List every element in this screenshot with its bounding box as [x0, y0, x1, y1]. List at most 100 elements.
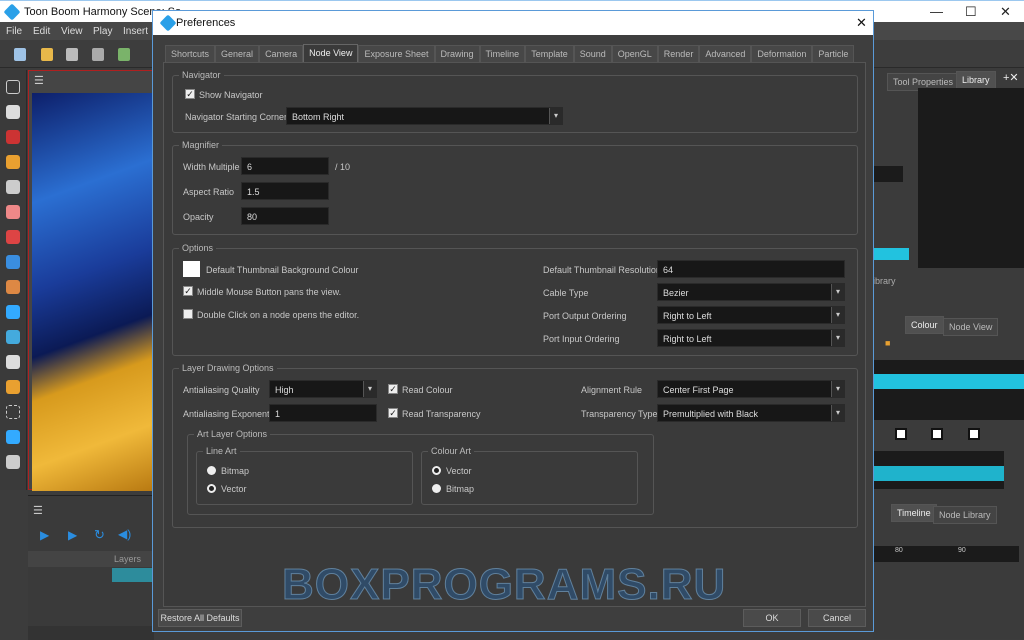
text-tool-icon[interactable]: [6, 180, 20, 194]
aspect-ratio-input[interactable]: 1.5: [241, 182, 329, 200]
cable-type-dropdown[interactable]: Bezier: [657, 283, 845, 301]
cancel-button[interactable]: Cancel: [808, 609, 866, 627]
read-transparency-checkbox[interactable]: ✓: [388, 408, 398, 418]
dialog-close-button[interactable]: ✕: [856, 15, 867, 31]
colour-art-bitmap-label: Bitmap: [446, 484, 475, 494]
grid-tool-icon[interactable]: [6, 405, 20, 419]
play-icon[interactable]: ▶: [40, 528, 49, 542]
tab-node-view[interactable]: Node View: [943, 318, 999, 336]
navigator-corner-dropdown[interactable]: Bottom Right: [286, 107, 563, 125]
tab-timeline[interactable]: Timeline: [891, 504, 937, 522]
ok-button[interactable]: OK: [743, 609, 801, 627]
select-tool-icon[interactable]: [6, 80, 20, 94]
transform-tool-icon[interactable]: [6, 105, 20, 119]
tab-advanced[interactable]: Advanced: [699, 45, 752, 62]
frame-ruler[interactable]: 80 90: [873, 546, 1019, 562]
tab-template[interactable]: Template: [525, 45, 574, 62]
layer-row[interactable]: [112, 568, 154, 582]
line-art-bitmap-radio[interactable]: [207, 466, 216, 475]
library-selected-item[interactable]: [873, 248, 909, 260]
palette-list[interactable]: [873, 360, 1024, 420]
fill-colour-swatch[interactable]: [931, 428, 943, 440]
menu-edit[interactable]: Edit: [33, 26, 50, 37]
library-view[interactable]: [918, 88, 1024, 268]
save-icon[interactable]: [66, 48, 78, 61]
transparency-type-dropdown[interactable]: Premultiplied with Black: [657, 404, 845, 422]
property-field[interactable]: [873, 166, 903, 182]
opacity-input[interactable]: 80: [241, 207, 329, 225]
colour-selected[interactable]: [873, 466, 1004, 481]
bone-tool-icon[interactable]: [6, 380, 20, 394]
tab-timeline[interactable]: Timeline: [479, 45, 526, 62]
line-art-group: Line Art Bitmap Vector: [196, 446, 413, 505]
paint-tool-icon[interactable]: [6, 230, 20, 244]
tab-particle[interactable]: Particle: [812, 45, 855, 62]
palette-selected[interactable]: [873, 374, 1024, 389]
library-label: ibrary: [873, 276, 896, 286]
alignment-rule-dropdown[interactable]: Center First Page: [657, 380, 845, 398]
pencil-tool-icon[interactable]: [6, 155, 20, 169]
hand-tool-icon[interactable]: [6, 355, 20, 369]
brush-tool-icon[interactable]: [6, 130, 20, 144]
tab-sound[interactable]: Sound: [573, 45, 612, 62]
menu-view[interactable]: View: [61, 26, 83, 37]
menu-file[interactable]: File: [6, 26, 22, 37]
show-navigator-checkbox[interactable]: ✓: [185, 89, 195, 99]
port-output-dropdown[interactable]: Right to Left: [657, 306, 845, 324]
tab-general[interactable]: General: [215, 45, 260, 62]
tab-node-library[interactable]: Node Library: [933, 506, 997, 524]
play-selection-icon[interactable]: ▶: [68, 528, 77, 542]
aa-quality-dropdown[interactable]: High: [269, 380, 377, 398]
eraser-tool-icon[interactable]: [6, 205, 20, 219]
contour-tool-icon[interactable]: [6, 305, 20, 319]
loop-icon[interactable]: ↻: [94, 527, 105, 543]
tab-exposure-sheet[interactable]: Exposure Sheet: [358, 45, 435, 62]
menu-play[interactable]: Play: [93, 26, 112, 37]
line-art-vector-radio[interactable]: [207, 484, 216, 493]
tab-colour[interactable]: Colour: [905, 316, 944, 334]
close-app-button[interactable]: ✕: [1000, 4, 1011, 20]
tab-shortcuts[interactable]: Shortcuts: [165, 45, 216, 62]
sound-icon[interactable]: ◀): [118, 527, 131, 541]
tab-library[interactable]: Library: [956, 71, 996, 89]
dropper-tool-icon[interactable]: [6, 280, 20, 294]
thumbnail-resolution-spinbox[interactable]: 64: [657, 260, 845, 278]
paint-colour-swatch[interactable]: [968, 428, 980, 440]
colour-art-vector-radio[interactable]: [432, 466, 441, 475]
open-icon[interactable]: [41, 48, 53, 61]
import-icon[interactable]: [118, 48, 130, 61]
tab-camera[interactable]: Camera: [259, 45, 304, 62]
tab-drawing[interactable]: Drawing: [434, 45, 480, 62]
width-multiple-input[interactable]: 6: [241, 157, 329, 175]
maximize-button[interactable]: ☐: [965, 4, 977, 20]
timeline-menu-icon[interactable]: ☰: [33, 504, 43, 517]
add-panel-icon[interactable]: +✕: [1003, 71, 1019, 84]
menu-hamburger-icon[interactable]: ☰: [34, 74, 44, 87]
restore-defaults-button[interactable]: Restore All Defaults: [158, 609, 242, 627]
new-icon[interactable]: [14, 48, 26, 61]
read-colour-checkbox[interactable]: ✓: [388, 384, 398, 394]
folder-icon[interactable]: ■: [885, 338, 890, 348]
gear-tool-icon[interactable]: [6, 455, 20, 469]
port-output-label: Port Output Ordering: [543, 311, 627, 321]
thumbnail-bg-colour-swatch[interactable]: [183, 261, 200, 277]
watermark: BOXPROGRAMS.RU: [281, 560, 727, 610]
port-input-dropdown[interactable]: Right to Left: [657, 329, 845, 347]
line-tool-icon[interactable]: [6, 255, 20, 269]
tab-deformation[interactable]: Deformation: [751, 45, 813, 62]
line-colour-swatch[interactable]: [895, 428, 907, 440]
middle-mouse-checkbox[interactable]: ✓: [183, 286, 193, 296]
pen-tool-icon[interactable]: [6, 430, 20, 444]
double-click-checkbox[interactable]: [183, 309, 193, 319]
drawing-artwork: [32, 93, 152, 491]
minimize-button[interactable]: —: [930, 4, 943, 19]
tab-render[interactable]: Render: [657, 45, 700, 62]
colour-art-bitmap-radio[interactable]: [432, 484, 441, 493]
sphere-tool-icon[interactable]: [6, 330, 20, 344]
aa-exponent-input[interactable]: 1: [269, 404, 377, 422]
tab-opengl[interactable]: OpenGL: [611, 45, 658, 62]
tab-node-view[interactable]: Node View: [303, 44, 359, 62]
save-as-icon[interactable]: [92, 48, 104, 61]
menu-insert[interactable]: Insert: [123, 26, 148, 37]
camera-view[interactable]: ☰: [28, 70, 154, 491]
